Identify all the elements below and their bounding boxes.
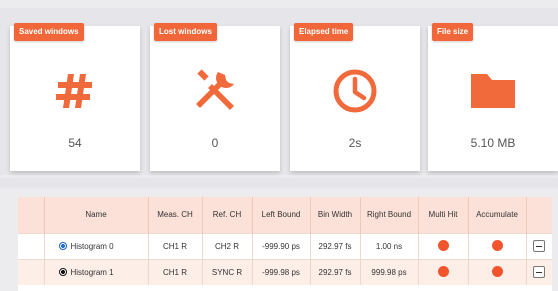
section-divider <box>0 178 558 188</box>
remove-histogram-button[interactable] <box>533 240 546 252</box>
actions-cell <box>526 232 552 259</box>
remove-histogram-button[interactable] <box>533 266 546 279</box>
folder-icon <box>471 74 515 108</box>
elapsed-time-card: Elapsed time 2s <box>290 23 420 171</box>
ref-ch-cell[interactable]: CH2 R <box>202 232 253 259</box>
left-bound-cell[interactable]: -999.98 ps <box>252 258 311 285</box>
name-cell[interactable]: Histogram 0 <box>44 232 149 259</box>
header-actions <box>526 197 552 233</box>
multi-hit-indicator[interactable] <box>437 239 449 251</box>
left-bound-cell[interactable]: -999.90 ps <box>252 232 311 259</box>
multi-hit-indicator[interactable] <box>437 265 449 277</box>
header-ref-ch[interactable]: Ref. CH <box>202 197 253 233</box>
header-left-bound[interactable]: Left Bound <box>252 197 311 233</box>
meas-ch-cell[interactable]: CH1 R <box>148 232 203 259</box>
bin-width-cell[interactable]: 292.97 fs <box>310 232 361 259</box>
histogram-radio-selected[interactable] <box>58 241 67 250</box>
header-name[interactable]: Name <box>44 197 149 233</box>
histogram-radio[interactable] <box>58 267 67 276</box>
table-header-row: Name Meas. CH Ref. CH Left Bound Bin Wid… <box>18 197 552 233</box>
header-multi-hit[interactable]: Multi Hit <box>418 197 469 233</box>
header-select <box>18 197 45 233</box>
accumulate-indicator[interactable] <box>491 239 503 251</box>
accumulate-cell <box>468 232 527 259</box>
saved-windows-label: Saved windows <box>14 23 84 41</box>
name-cell[interactable]: Histogram 1 <box>44 258 149 285</box>
accumulate-cell <box>468 258 527 285</box>
stats-panel: Saved windows 54 Lost windows 0 Elapsed … <box>0 8 558 175</box>
elapsed-time-value: 2s <box>348 136 362 150</box>
tools-icon <box>196 69 234 110</box>
right-bound-cell[interactable]: 999.98 ps <box>360 258 419 285</box>
clock-icon <box>333 69 377 113</box>
bin-width-cell[interactable]: 292.97 fs <box>310 258 361 285</box>
file-size-label: File size <box>432 23 474 41</box>
header-accumulate[interactable]: Accumulate <box>468 197 527 233</box>
histogram-table: Name Meas. CH Ref. CH Left Bound Bin Wid… <box>18 197 552 285</box>
actions-cell <box>526 258 552 285</box>
histogram-name: Histogram 0 <box>70 241 114 251</box>
meas-ch-cell[interactable]: CH1 R <box>148 258 203 285</box>
row-select-cell <box>18 232 45 259</box>
table-row[interactable]: Histogram 1 CH1 R SYNC R -999.98 ps 292.… <box>18 258 552 285</box>
hash-icon <box>56 74 92 108</box>
ref-ch-cell[interactable]: SYNC R <box>202 258 253 285</box>
saved-windows-card: Saved windows 54 <box>10 23 140 171</box>
right-bound-cell[interactable]: 1.00 ns <box>360 232 419 259</box>
multi-hit-cell <box>418 258 469 285</box>
elapsed-time-label: Elapsed time <box>294 23 354 41</box>
header-right-bound[interactable]: Right Bound <box>360 197 419 233</box>
multi-hit-cell <box>418 232 469 259</box>
table-row[interactable]: Histogram 0 CH1 R CH2 R -999.90 ps 292.9… <box>18 232 552 259</box>
lost-windows-label: Lost windows <box>154 23 217 41</box>
file-size-card: File size 5.10 MB <box>428 23 558 171</box>
histogram-name: Histogram 1 <box>70 267 114 277</box>
saved-windows-value: 54 <box>68 136 82 150</box>
file-size-value: 5.10 MB <box>470 136 516 150</box>
lost-windows-value: 0 <box>211 136 219 150</box>
accumulate-indicator[interactable] <box>491 265 503 277</box>
lost-windows-card: Lost windows 0 <box>150 23 280 171</box>
header-bin-width[interactable]: Bin Width <box>310 197 361 233</box>
row-select-cell <box>18 258 45 285</box>
header-meas-ch[interactable]: Meas. CH <box>148 197 203 233</box>
histogram-table-container: Name Meas. CH Ref. CH Left Bound Bin Wid… <box>18 197 552 291</box>
